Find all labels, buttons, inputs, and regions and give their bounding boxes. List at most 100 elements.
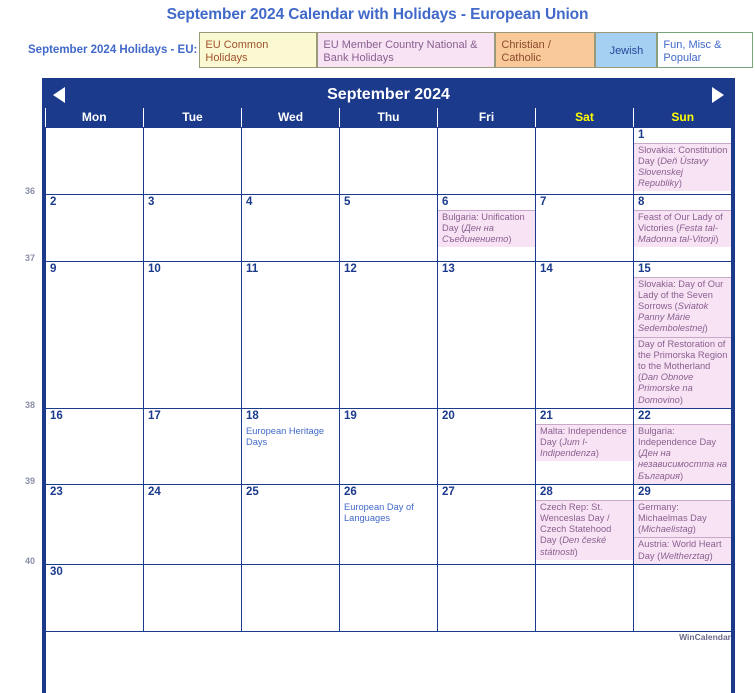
calendar-cell-empty: [535, 563, 634, 632]
calendar-day-cell-4[interactable]: 4: [241, 193, 340, 262]
holiday-event: Slovakia: Constitution Day (Deň Ústavy S…: [634, 142, 731, 192]
calendar-week-row: 23 24 25 26 European Day of Languages 27 28 Cze…: [45, 483, 732, 565]
day-events: Bulgaria: Unification Day (Ден на Съедин…: [438, 209, 535, 248]
calendar-brand: WinCalendar: [45, 630, 732, 693]
day-events: European Heritage Days: [242, 423, 339, 451]
day-number: 19: [344, 409, 357, 422]
legend-item-eu-common[interactable]: EU Common Holidays: [199, 32, 318, 68]
calendar-cell-empty: [339, 126, 438, 195]
calendar-frame: September 2024 Mon Tue Wed Thu Fri Sat Sun 1 Sl…: [42, 78, 735, 693]
legend-item-jewish[interactable]: Jewish: [595, 32, 658, 68]
day-number: 15: [638, 262, 651, 275]
day-number: 25: [246, 485, 259, 498]
calendar-day-cell-14[interactable]: 14: [535, 260, 634, 409]
calendar-day-cell-6[interactable]: 6 Bulgaria: Unification Day (Ден на Съеди…: [437, 193, 536, 262]
holiday-name: European Day of Languages: [344, 501, 414, 523]
calendar-day-cell-15[interactable]: 15 Slovakia: Day of Our Lady of the Seven…: [633, 260, 732, 409]
day-name-sat: Sat: [535, 108, 634, 128]
holiday-name-suffix: ): [574, 546, 578, 557]
holiday-event: Feast of Our Lady of Victories (Festa ta…: [634, 209, 731, 248]
calendar-cell-empty: [535, 126, 634, 195]
calendar-day-cell-16[interactable]: 16: [45, 407, 144, 485]
calendar-day-cell-26[interactable]: 26 European Day of Languages: [339, 483, 438, 565]
holiday-event: Czech Rep: St. Wenceslas Day / Czech Sta…: [536, 499, 633, 560]
week-number-40: 40: [24, 556, 35, 567]
calendar-day-cell-24[interactable]: 24: [143, 483, 242, 565]
holiday-name-suffix: ): [678, 178, 682, 189]
calendar-day-cell-8[interactable]: 8 Feast of Our Lady of Victories (Festa t…: [633, 193, 732, 262]
calendar-day-cell-21[interactable]: 21 Malta: Independence Day (Jum l-Indipen…: [535, 407, 634, 485]
legend-item-label: Fun, Misc & Popular: [663, 38, 722, 64]
day-name-header-row: Mon Tue Wed Thu Fri Sat Sun: [45, 108, 732, 128]
calendar-day-cell-1[interactable]: 1 Slovakia: Constitution Day (Deň Ústavy …: [633, 126, 732, 195]
day-number: 30: [50, 565, 63, 578]
calendar-day-cell-2[interactable]: 2: [45, 193, 144, 262]
day-number: 7: [540, 195, 547, 208]
day-number: 14: [540, 262, 553, 275]
calendar-day-cell-5[interactable]: 5: [339, 193, 438, 262]
day-events: European Day of Languages: [340, 499, 437, 527]
legend-item-member-national[interactable]: EU Member Country National & Bank Holida…: [317, 32, 496, 68]
next-month-arrow-icon[interactable]: [712, 86, 724, 103]
holiday-name: European Heritage Days: [246, 425, 325, 447]
day-number: 10: [148, 262, 161, 275]
legend-item-fun-misc[interactable]: Fun, Misc & Popular: [657, 32, 754, 68]
previous-month-arrow-icon[interactable]: [53, 86, 65, 103]
week-number-38: 38: [24, 400, 35, 411]
calendar-day-cell-22[interactable]: 22 Bulgaria: Independence Day (Ден на нез…: [633, 407, 732, 485]
calendar-cell-empty: [143, 563, 242, 632]
day-number: 13: [442, 262, 455, 275]
legend-label: September 2024 Holidays - EU:: [28, 44, 198, 56]
calendar-day-cell-13[interactable]: 13: [437, 260, 536, 409]
day-number: 28: [540, 485, 553, 498]
calendar-day-cell-30[interactable]: 30: [45, 563, 144, 632]
calendar-week-row: 1 Slovakia: Constitution Day (Deň Ústavy …: [45, 126, 732, 195]
calendar-day-cell-23[interactable]: 23: [45, 483, 144, 565]
calendar-day-cell-28[interactable]: 28 Czech Rep: St. Wenceslas Day / Czech S…: [535, 483, 634, 565]
legend-item-christian-catholic[interactable]: Christian / Catholic: [495, 32, 596, 68]
day-name-tue: Tue: [143, 108, 242, 128]
day-events: Czech Rep: St. Wenceslas Day / Czech Sta…: [536, 499, 633, 560]
week-number-36: 36: [24, 186, 35, 196]
day-number: 3: [148, 195, 155, 208]
calendar-day-cell-19[interactable]: 19: [339, 407, 438, 485]
day-number: 27: [442, 485, 455, 498]
month-navigation-bar: September 2024: [45, 81, 732, 108]
day-number: 26: [344, 485, 357, 498]
holiday-event: Day of Restoration of the Primorska Regi…: [634, 336, 731, 408]
calendar-day-cell-10[interactable]: 10: [143, 260, 242, 409]
calendar-page: September 2024 Calendar with Holidays - …: [0, 0, 755, 693]
day-number: 22: [638, 409, 651, 422]
day-number: 24: [148, 485, 161, 498]
day-number: 4: [246, 195, 253, 208]
legend: September 2024 Holidays - EU: EU Common …: [0, 32, 755, 68]
calendar-day-cell-9[interactable]: 9: [45, 260, 144, 409]
calendar-day-cell-11[interactable]: 11: [241, 260, 340, 409]
calendar-day-cell-17[interactable]: 17: [143, 407, 242, 485]
calendar-day-cell-25[interactable]: 25: [241, 483, 340, 565]
holiday-event: Germany: Michaelmas Day (Michaelistag): [634, 499, 731, 538]
calendar-cell-empty: [437, 563, 536, 632]
holiday-event: Slovakia: Day of Our Lady of the Seven S…: [634, 276, 731, 337]
calendar-day-cell-3[interactable]: 3: [143, 193, 242, 262]
calendar-day-cell-20[interactable]: 20: [437, 407, 536, 485]
calendar-day-cell-7[interactable]: 7: [535, 193, 634, 262]
day-number: 6: [442, 195, 449, 208]
calendar-cell-empty: [241, 126, 340, 195]
calendar-day-cell-29[interactable]: 29 Germany: Michaelmas Day (Michaelistag)…: [633, 483, 732, 565]
calendar-day-cell-18[interactable]: 18 European Heritage Days: [241, 407, 340, 485]
day-number: 8: [638, 195, 645, 208]
day-events: Slovakia: Constitution Day (Deň Ústavy S…: [634, 142, 731, 192]
day-events: Slovakia: Day of Our Lady of the Seven S…: [634, 276, 731, 408]
calendar-day-cell-27[interactable]: 27: [437, 483, 536, 565]
calendar-cell-empty: [45, 126, 144, 195]
calendar-week-row: 30: [45, 563, 732, 632]
holiday-native-name: Dan Obnove Primorske na Domovino: [638, 372, 694, 405]
holiday-event: Malta: Independence Day (Jum l-Indipende…: [536, 423, 633, 462]
holiday-event: Bulgaria: Unification Day (Ден на Съедин…: [438, 209, 535, 248]
month-title: September 2024: [327, 85, 450, 103]
calendar-day-cell-12[interactable]: 12: [339, 260, 438, 409]
calendar-cell-empty: [143, 126, 242, 195]
day-number: 5: [344, 195, 351, 208]
holiday-name-suffix: ): [679, 394, 683, 405]
